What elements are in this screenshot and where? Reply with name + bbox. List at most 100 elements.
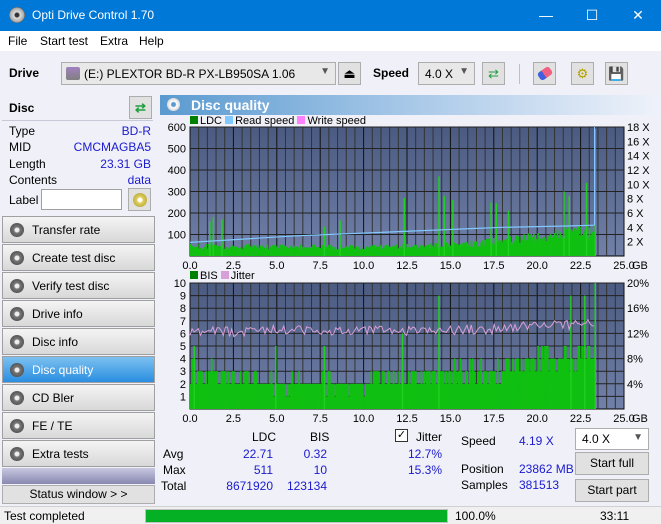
disc-panel-header: Disc ⇄ — [2, 95, 153, 119]
disc-header-label: Disc — [9, 101, 35, 115]
data-spike — [323, 346, 326, 409]
nav-transfer-rate[interactable]: Transfer rate — [2, 216, 155, 243]
test-speed-value: 4.0 X — [582, 432, 611, 446]
disc-type-value: BD-R — [121, 124, 151, 138]
disc-mid-value: CMCMAGBA5 — [73, 140, 151, 154]
y2-tick-label: 16% — [627, 303, 649, 315]
y-tick-label: 9 — [180, 291, 186, 303]
disc-icon — [10, 363, 24, 377]
data-spike — [452, 200, 454, 256]
y2-tick-label: 6 X — [627, 208, 644, 220]
disc-icon — [10, 223, 24, 237]
jitter-checkbox[interactable]: ✓ — [395, 429, 408, 442]
disc-mid-label: MID — [9, 140, 31, 154]
y-tick-label: 1 — [180, 391, 186, 403]
eject-button[interactable]: ⏏ — [338, 62, 361, 85]
data-spike — [438, 295, 440, 409]
bis-chart: 12345678910 4% 8% 12% 16% 20% 0.0 2.5 5.0 7.5 10.0… — [174, 278, 649, 423]
x-tick-label: 22.5 — [570, 413, 591, 423]
data-spike — [401, 333, 404, 409]
status-bar: Test completed 100.0% 33:11 — [0, 506, 661, 524]
close-button[interactable]: ✕ — [615, 0, 661, 31]
erase-button[interactable] — [533, 62, 556, 85]
data-spike — [495, 203, 498, 256]
samples-label: Samples — [461, 478, 508, 492]
test-speed-select[interactable]: 4.0 X ▼ — [575, 428, 649, 450]
total-ldc: 8671920 — [226, 479, 273, 493]
nav-label: Disc info — [32, 335, 79, 349]
toolbar: Drive (E:) PLEXTOR BD-R PX-LB950SA 1.06 … — [0, 51, 661, 93]
nav-disc-info[interactable]: Disc info — [2, 328, 155, 355]
refresh-button[interactable]: ⇄ — [482, 62, 505, 85]
data-spike — [570, 295, 572, 409]
save-button[interactable]: 💾 — [605, 62, 628, 85]
x-tick-label: 12.5 — [396, 413, 417, 423]
avg-label: Avg — [163, 447, 184, 461]
disc-label-button[interactable] — [128, 188, 151, 211]
y2-tick-label: 8% — [627, 354, 643, 366]
y2-tick-label: 18 X — [627, 122, 650, 134]
speed-select[interactable]: 4.0 X ▼ — [418, 62, 475, 85]
y-tick-label: 2 — [180, 379, 186, 391]
y2-tick-label: 16 X — [627, 136, 650, 148]
ldc-chart: 100 200 300 400 500 600 2 X 4 X 6 X 8 X 10 X 12 X 14… — [168, 122, 651, 272]
jitter-label: Jitter — [416, 430, 443, 444]
nav-fe-te[interactable]: FE / TE — [2, 412, 155, 439]
divider — [2, 120, 153, 121]
disc-contents-row: Contents data — [9, 173, 151, 187]
disc-length-label: Length — [9, 157, 46, 171]
nav-disc-quality[interactable]: Disc quality — [2, 356, 155, 383]
y-tick-label: 6 — [180, 328, 186, 340]
position-label: Position — [461, 462, 504, 476]
max-jitter: 15.3% — [407, 463, 442, 477]
start-full-button[interactable]: Start full — [575, 452, 649, 475]
speed-value: 4.0 X — [425, 67, 454, 81]
disc-length-value: 23.31 GB — [100, 157, 151, 171]
disc-icon — [10, 307, 24, 321]
nav-spacer — [2, 468, 155, 484]
nav-create-test-disc[interactable]: Create test disc — [2, 244, 155, 271]
data-spike — [209, 221, 211, 256]
y-tick-label: 400 — [168, 165, 186, 177]
nav-verify-test-disc[interactable]: Verify test disc — [2, 272, 155, 299]
nav-extra-tests[interactable]: Extra tests — [2, 440, 155, 467]
avg-bis: 0.32 — [303, 447, 327, 461]
data-spike — [438, 176, 440, 256]
col-bis-header: BIS — [310, 430, 330, 444]
refresh-arrows-icon: ⇄ — [488, 66, 499, 81]
disc-icon — [132, 193, 147, 207]
menu-start-test[interactable]: Start test — [40, 34, 88, 48]
menu-help[interactable]: Help — [139, 34, 164, 48]
disc-label-input[interactable] — [41, 189, 122, 210]
app-icon — [9, 7, 25, 23]
maximize-button[interactable]: ☐ — [569, 0, 615, 31]
x-tick-label: 5.0 — [269, 413, 284, 423]
chevron-down-icon: ▼ — [459, 66, 469, 77]
y-tick-label: 5 — [180, 341, 186, 353]
refresh-arrows-icon: ⇄ — [135, 100, 146, 115]
y2-tick-label: 14 X — [627, 151, 650, 163]
drive-select[interactable]: (E:) PLEXTOR BD-R PX-LB950SA 1.06 ▼ — [61, 62, 336, 85]
x-tick-label: 20.0 — [526, 413, 547, 423]
start-part-button[interactable]: Start part — [575, 479, 649, 502]
x-tick-label: 17.5 — [483, 413, 504, 423]
drive-label: Drive — [9, 66, 40, 80]
data-spike — [221, 219, 223, 256]
settings-button[interactable]: ⚙ — [571, 62, 594, 85]
minimize-button[interactable]: — — [523, 0, 569, 31]
disc-contents-label: Contents — [9, 173, 58, 187]
status-window-button[interactable]: Status window > > — [2, 485, 155, 504]
data-spike — [443, 195, 445, 256]
max-ldc: 511 — [253, 463, 273, 477]
nav-label: Disc quality — [32, 363, 94, 377]
menu-file[interactable]: File — [8, 34, 27, 48]
y-tick-label: 3 — [180, 366, 186, 378]
data-spike — [212, 217, 215, 256]
menu-extra[interactable]: Extra — [100, 34, 128, 48]
x-tick-label: 10.0 — [353, 413, 374, 423]
nav-drive-info[interactable]: Drive info — [2, 300, 155, 327]
nav-label: Create test disc — [32, 251, 116, 265]
disc-refresh-button[interactable]: ⇄ — [129, 96, 152, 119]
data-spike — [584, 295, 586, 409]
nav-cd-bler[interactable]: CD Bler — [2, 384, 155, 411]
